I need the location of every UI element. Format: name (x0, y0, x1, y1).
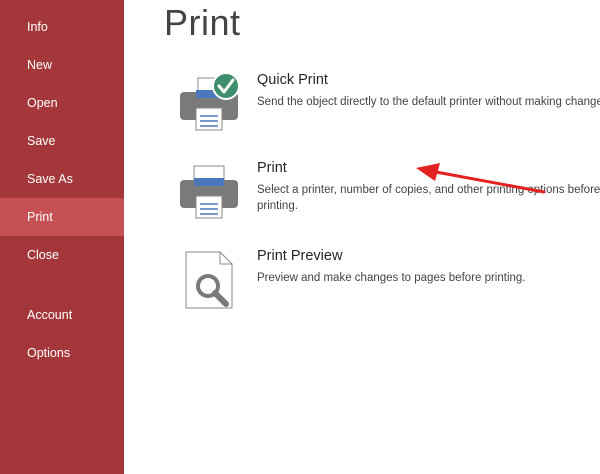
quick-print-icon (180, 72, 240, 131)
nav-item-label: Save (27, 134, 56, 148)
backstage-sidebar: Info New Open Save Save As Print Close A… (0, 0, 124, 474)
nav-item-label: New (27, 58, 53, 72)
nav-item-new[interactable]: New (0, 46, 124, 84)
print-option[interactable]: Print Select a printer, number of copies… (174, 160, 600, 236)
page-title: Print (164, 2, 241, 43)
nav-item-options[interactable]: Options (0, 334, 124, 372)
option-label: Print Preview (257, 248, 343, 264)
option-description: Send the object directly to the default … (257, 96, 600, 108)
nav-item-open[interactable]: Open (0, 84, 124, 122)
nav-item-info[interactable]: Info (0, 8, 124, 46)
nav-item-print[interactable]: Print (0, 198, 124, 236)
nav-item-label: Save As (27, 172, 73, 186)
nav-item-label: Options (27, 346, 71, 360)
nav-item-save-as[interactable]: Save As (0, 160, 124, 198)
print-preview-option[interactable]: Print Preview Preview and make changes t… (174, 248, 594, 324)
nav-item-label: Open (27, 96, 58, 110)
option-label: Print (257, 160, 287, 176)
nav-item-label: Info (27, 20, 48, 34)
option-label: Quick Print (257, 72, 328, 88)
nav-item-account[interactable]: Account (0, 296, 124, 334)
nav-item-save[interactable]: Save (0, 122, 124, 160)
quick-print-option[interactable]: Quick Print Send the object directly to … (174, 72, 600, 148)
nav-item-close[interactable]: Close (0, 236, 124, 274)
nav-item-label: Print (27, 210, 53, 224)
nav-item-label: Close (27, 248, 59, 262)
option-description: Preview and make changes to pages before… (257, 272, 526, 284)
print-pane: Print Quick Print Send the object direct… (124, 0, 600, 474)
print-preview-icon (185, 251, 233, 309)
option-description: Select a printer, number of copies, and … (257, 184, 600, 212)
nav-item-label: Account (27, 308, 73, 322)
printer-icon (180, 165, 238, 219)
